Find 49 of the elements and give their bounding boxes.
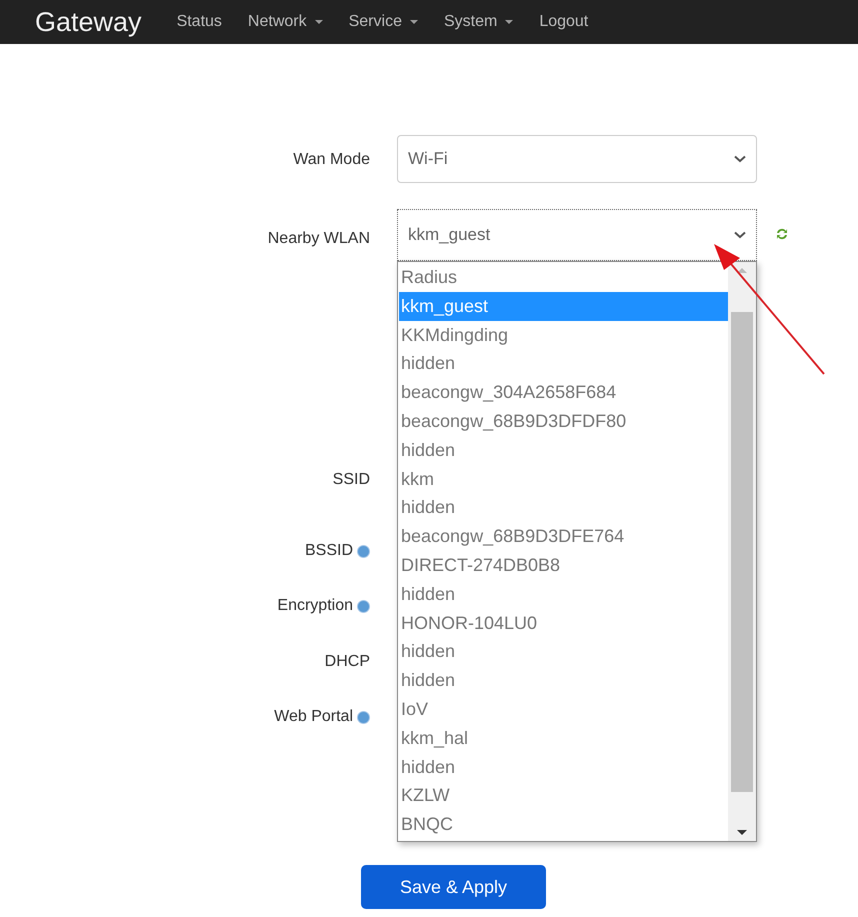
scroll-down-icon[interactable] xyxy=(737,830,747,835)
dropdown-option[interactable]: beacongw_304A2658F684 xyxy=(399,378,728,407)
dropdown-option[interactable]: hidden xyxy=(399,637,728,666)
dropdown-option[interactable]: DIRECT-274DB0B8 xyxy=(399,550,728,580)
chevron-down-icon xyxy=(734,155,746,163)
field-label: Nearby WLAN xyxy=(268,229,370,249)
field-label: DHCP xyxy=(324,652,370,672)
dropdown-option[interactable]: KZLW xyxy=(399,781,728,810)
dropdown-option[interactable]: hidden xyxy=(399,580,728,609)
chevron-down-icon xyxy=(734,231,746,239)
wan-mode-select[interactable]: Wi-Fi xyxy=(397,135,757,183)
save-apply-button[interactable]: Save & Apply xyxy=(361,865,546,909)
dropdown-option[interactable]: hidden xyxy=(399,666,728,695)
brand-title[interactable]: Gateway xyxy=(35,2,142,42)
nav-link[interactable]: Status xyxy=(176,10,222,34)
field-label: Wan Mode xyxy=(293,150,370,170)
scrollbar[interactable] xyxy=(728,262,756,841)
dropdown-option[interactable]: BNQC xyxy=(399,810,728,839)
scroll-thumb[interactable] xyxy=(731,312,753,792)
nav-link[interactable]: Service xyxy=(348,10,418,34)
dropdown-option[interactable]: hidden xyxy=(399,752,728,782)
nav-link[interactable]: Logout xyxy=(539,10,588,34)
field-label: SSID xyxy=(332,470,370,490)
field-label: Encryption xyxy=(277,596,353,616)
nav-link[interactable]: System xyxy=(444,10,514,34)
wlan-select[interactable]: kkm_guest xyxy=(397,209,757,261)
dropdown-option[interactable]: HONOR-104LU0 xyxy=(399,608,728,638)
dropdown-option[interactable]: hidden xyxy=(399,493,728,522)
help-icon[interactable] xyxy=(357,710,370,724)
scroll-up-icon[interactable] xyxy=(737,268,747,273)
caret-icon xyxy=(314,20,323,24)
help-icon[interactable] xyxy=(357,600,370,612)
dropdown-option[interactable]: beacongw_68B9D3DFDF80 xyxy=(399,406,728,436)
caret-icon xyxy=(505,20,514,24)
dropdown-option[interactable]: hidden xyxy=(399,349,728,378)
field-label: BSSID xyxy=(304,541,353,561)
caret-icon xyxy=(410,20,418,24)
dropdown-option[interactable]: kkm_guest xyxy=(399,292,728,321)
dropdown-option[interactable]: beacongw_68B9D3DFE764 xyxy=(399,522,728,551)
dropdown-option[interactable]: Radius xyxy=(399,263,728,292)
dropdown-option[interactable]: IoV xyxy=(399,694,728,724)
dropdown-option[interactable]: KKMdingding xyxy=(399,320,728,350)
dropdown-option[interactable]: kkm_hal xyxy=(399,724,728,753)
dropdown-option[interactable]: kkm xyxy=(399,464,728,494)
refresh-icon[interactable] xyxy=(775,227,789,241)
nav-link[interactable]: Network xyxy=(248,10,323,34)
help-icon[interactable] xyxy=(357,544,370,558)
field-label: Web Portal xyxy=(274,707,353,727)
dropdown-option[interactable]: hidden xyxy=(399,436,728,465)
